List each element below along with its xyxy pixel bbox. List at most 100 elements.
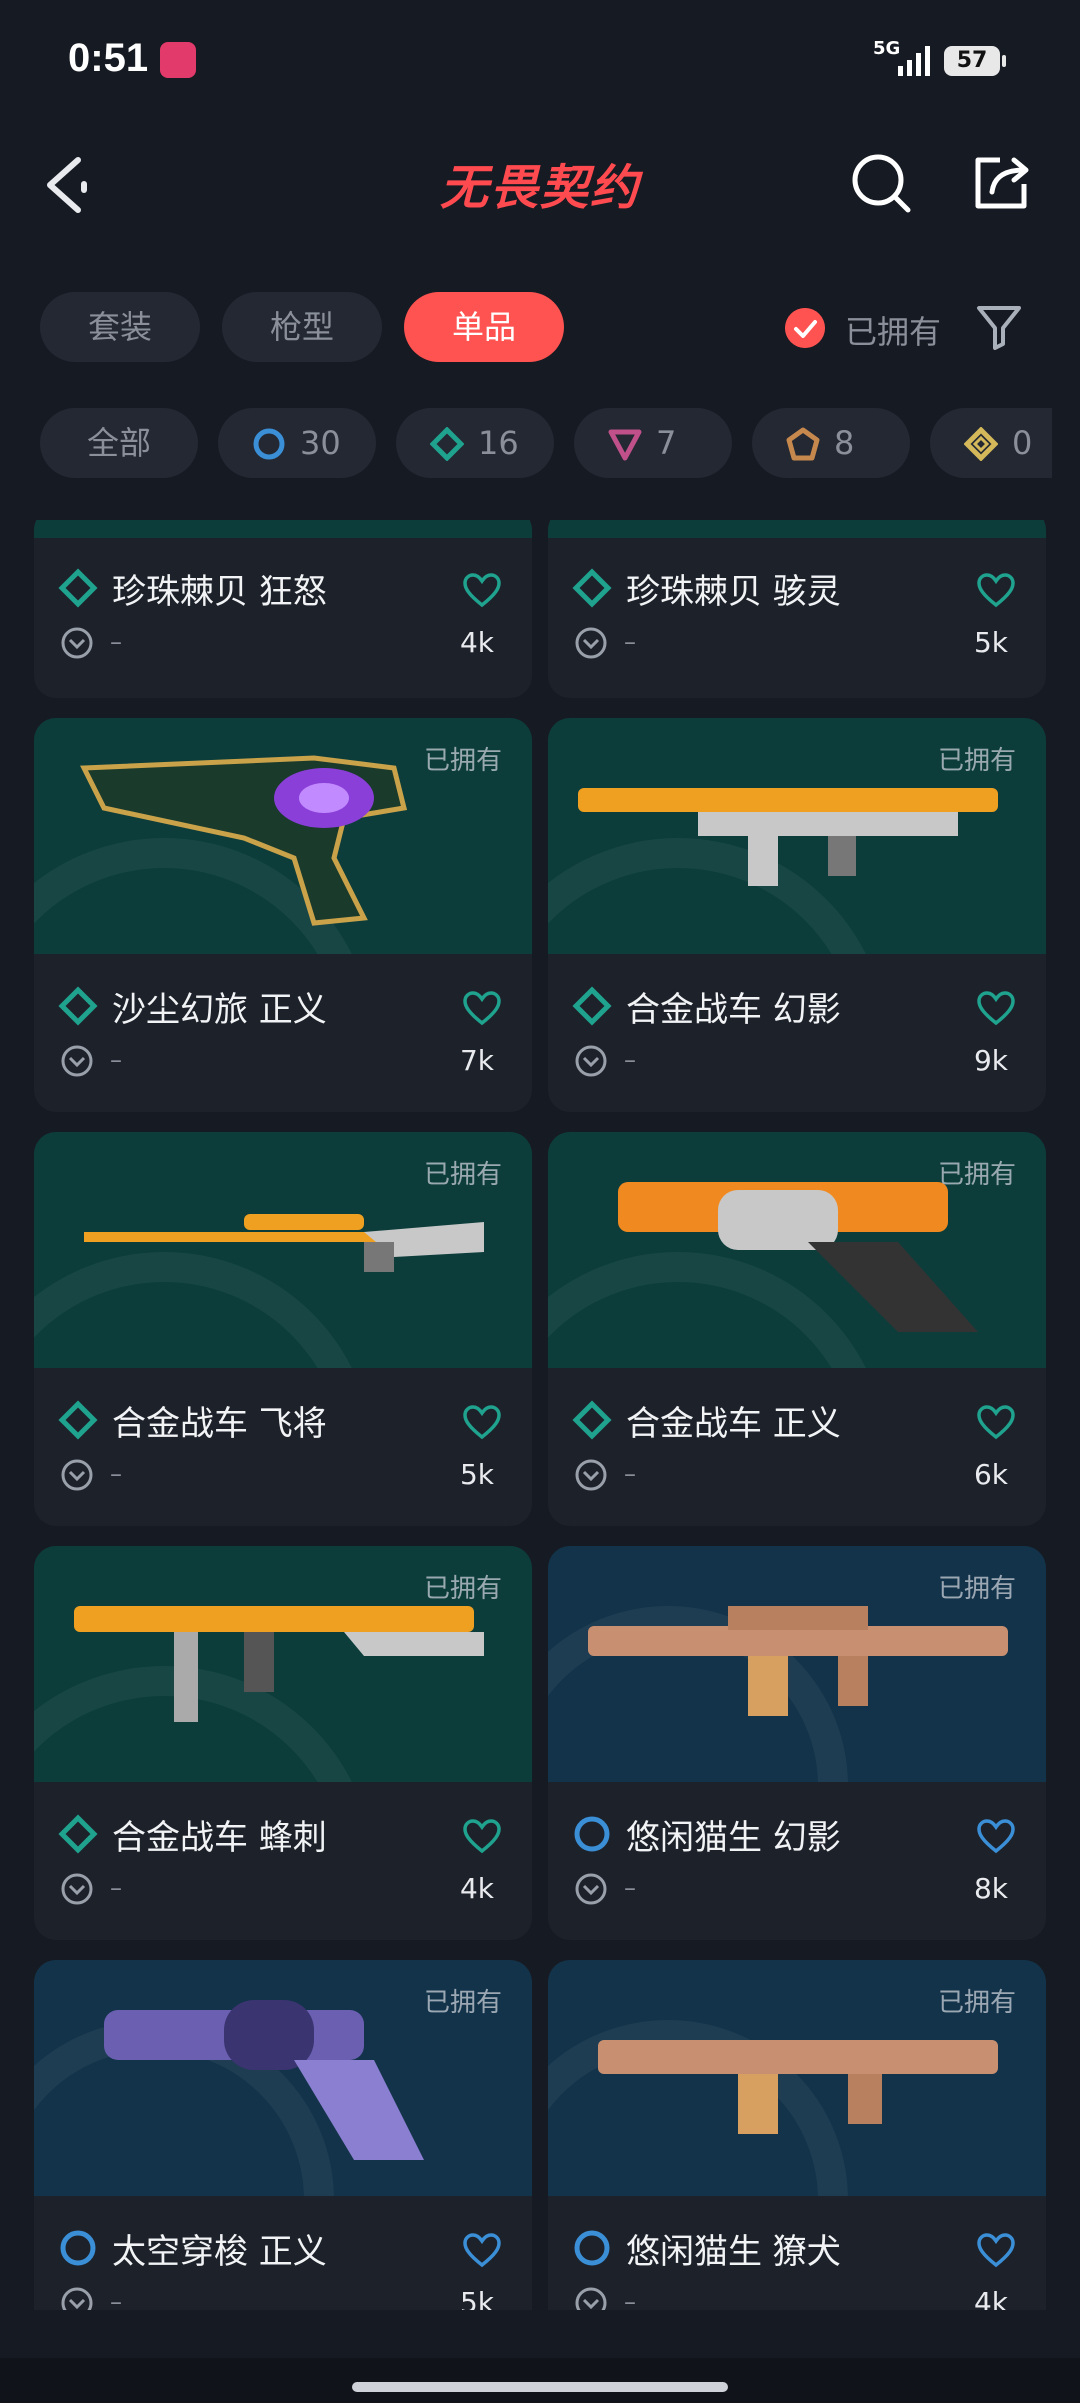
item-image: 已拥有 xyxy=(34,1960,532,2196)
tier-filter-row: 全部 30 16 7 8 0 xyxy=(40,408,1052,480)
item-like-count: 4k xyxy=(459,626,494,659)
search-icon[interactable] xyxy=(850,152,914,216)
item-image: 已拥有 xyxy=(34,1132,532,1368)
bottom-nav-area xyxy=(0,2358,1080,2403)
favorite-heart-icon[interactable] xyxy=(462,2232,502,2268)
item-price: – xyxy=(624,2288,636,2310)
favorite-heart-icon[interactable] xyxy=(976,1818,1016,1854)
tier-count: 8 xyxy=(834,424,855,462)
item-price: – xyxy=(624,1046,636,1074)
item-image xyxy=(548,520,1046,538)
item-like-count: 4k xyxy=(459,1872,494,1905)
tier-deluxe-icon xyxy=(58,568,98,608)
owned-filter-label: 已拥有 xyxy=(845,313,942,351)
item-name: 合金战车 蜂刺 xyxy=(112,1818,327,1858)
tier-count: 0 xyxy=(1012,424,1033,462)
item-card[interactable]: 已拥有 悠闲猫生 幻影 – 8k xyxy=(548,1546,1046,1940)
owned-tag: 已拥有 xyxy=(937,1574,1016,1604)
item-card[interactable]: 已拥有 合金战车 飞将 – 5k xyxy=(34,1132,532,1526)
share-icon[interactable] xyxy=(970,150,1034,214)
brand-logo-title: 无畏契约 xyxy=(439,160,640,216)
owned-tag: 已拥有 xyxy=(423,1574,502,1604)
checkmark-icon xyxy=(785,308,825,348)
tier-select-icon xyxy=(574,1816,610,1852)
owned-tag: 已拥有 xyxy=(937,1160,1016,1190)
filter-funnel-icon[interactable] xyxy=(975,304,1023,350)
tab-weapon-type[interactable]: 枪型 xyxy=(222,292,382,362)
item-price: – xyxy=(624,1460,636,1488)
item-name: 沙尘幻旅 正义 xyxy=(112,990,327,1030)
item-name: 珍珠棘贝 骇灵 xyxy=(626,572,841,612)
item-card[interactable]: 已拥有 太空穿梭 正义 – 5k xyxy=(34,1960,532,2310)
owned-tag: 已拥有 xyxy=(937,1988,1016,2018)
favorite-heart-icon[interactable] xyxy=(976,2232,1016,2268)
item-like-count: 9k xyxy=(973,1044,1008,1077)
app-notification-icon xyxy=(160,42,196,78)
tier-chip-label: 全部 xyxy=(86,424,151,462)
chevron-badge-icon xyxy=(575,1459,607,1491)
item-price: – xyxy=(624,1874,636,1902)
item-name: 合金战车 幻影 xyxy=(626,990,841,1030)
chevron-badge-icon xyxy=(575,1045,607,1077)
favorite-heart-icon[interactable] xyxy=(976,572,1016,608)
tier-count: 30 xyxy=(300,424,341,462)
item-card[interactable]: 已拥有 合金战车 蜂刺 – 4k xyxy=(34,1546,532,1940)
item-card[interactable]: 珍珠棘贝 骇灵 – 5k xyxy=(548,520,1046,698)
item-name: 合金战车 飞将 xyxy=(112,1404,327,1444)
tier-deluxe-icon xyxy=(572,568,612,608)
tier-chip-deluxe[interactable]: 16 xyxy=(396,408,554,478)
item-name: 太空穿梭 正义 xyxy=(112,2232,327,2272)
chevron-badge-icon xyxy=(61,2287,93,2310)
item-card[interactable]: 已拥有 悠闲猫生 獠犬 – 4k xyxy=(548,1960,1046,2310)
item-card[interactable]: 已拥有 沙尘幻旅 正义 – 7k xyxy=(34,718,532,1112)
favorite-heart-icon[interactable] xyxy=(976,990,1016,1026)
network-type: 5G xyxy=(873,38,901,59)
item-image: 已拥有 xyxy=(548,1960,1046,2196)
item-card[interactable]: 已拥有 合金战车 正义 – 6k xyxy=(548,1132,1046,1526)
item-image: 已拥有 xyxy=(34,718,532,954)
tier-chip-all[interactable]: 全部 xyxy=(40,408,198,478)
tier-exclusive-icon xyxy=(786,427,820,461)
favorite-heart-icon[interactable] xyxy=(462,1404,502,1440)
item-price: – xyxy=(110,628,122,656)
item-like-count: 8k xyxy=(973,1872,1008,1905)
tier-deluxe-icon xyxy=(58,986,98,1026)
item-image: 已拥有 xyxy=(34,1546,532,1782)
favorite-heart-icon[interactable] xyxy=(462,1818,502,1854)
tier-chip-ultra[interactable]: 0 xyxy=(930,408,1052,478)
tier-deluxe-icon xyxy=(572,986,612,1026)
home-indicator[interactable] xyxy=(352,2382,728,2392)
item-price: – xyxy=(110,1874,122,1902)
item-card[interactable]: 珍珠棘贝 狂怒 – 4k xyxy=(34,520,532,698)
chevron-badge-icon xyxy=(61,627,93,659)
item-card[interactable]: 已拥有 合金战车 幻影 – 9k xyxy=(548,718,1046,1112)
owned-tag: 已拥有 xyxy=(423,1160,502,1190)
chevron-badge-icon xyxy=(575,2287,607,2310)
app-header: 无畏契约 xyxy=(0,140,1080,230)
tier-chip-exclusive[interactable]: 8 xyxy=(752,408,910,478)
item-name: 合金战车 正义 xyxy=(626,1404,841,1444)
tier-select-icon xyxy=(574,2230,610,2266)
favorite-heart-icon[interactable] xyxy=(462,990,502,1026)
tier-select-icon xyxy=(60,2230,96,2266)
item-price: – xyxy=(110,2288,122,2310)
tier-count: 7 xyxy=(656,424,677,462)
tier-select-icon xyxy=(253,428,285,460)
item-image xyxy=(34,520,532,538)
tab-single-items[interactable]: 单品 xyxy=(404,292,564,362)
tier-chip-premium[interactable]: 7 xyxy=(574,408,732,478)
chevron-badge-icon xyxy=(61,1459,93,1491)
item-image: 已拥有 xyxy=(548,1546,1046,1782)
chevron-badge-icon xyxy=(575,627,607,659)
battery-icon: 57 xyxy=(944,46,1006,76)
tab-bundles[interactable]: 套装 xyxy=(40,292,200,362)
tier-deluxe-icon xyxy=(572,1400,612,1440)
favorite-heart-icon[interactable] xyxy=(462,572,502,608)
item-like-count: 5k xyxy=(973,626,1008,659)
chevron-badge-icon xyxy=(61,1045,93,1077)
item-like-count: 5k xyxy=(459,1458,494,1491)
item-name: 珍珠棘贝 狂怒 xyxy=(112,572,327,612)
favorite-heart-icon[interactable] xyxy=(976,1404,1016,1440)
item-image: 已拥有 xyxy=(548,718,1046,954)
tier-chip-select[interactable]: 30 xyxy=(218,408,376,478)
